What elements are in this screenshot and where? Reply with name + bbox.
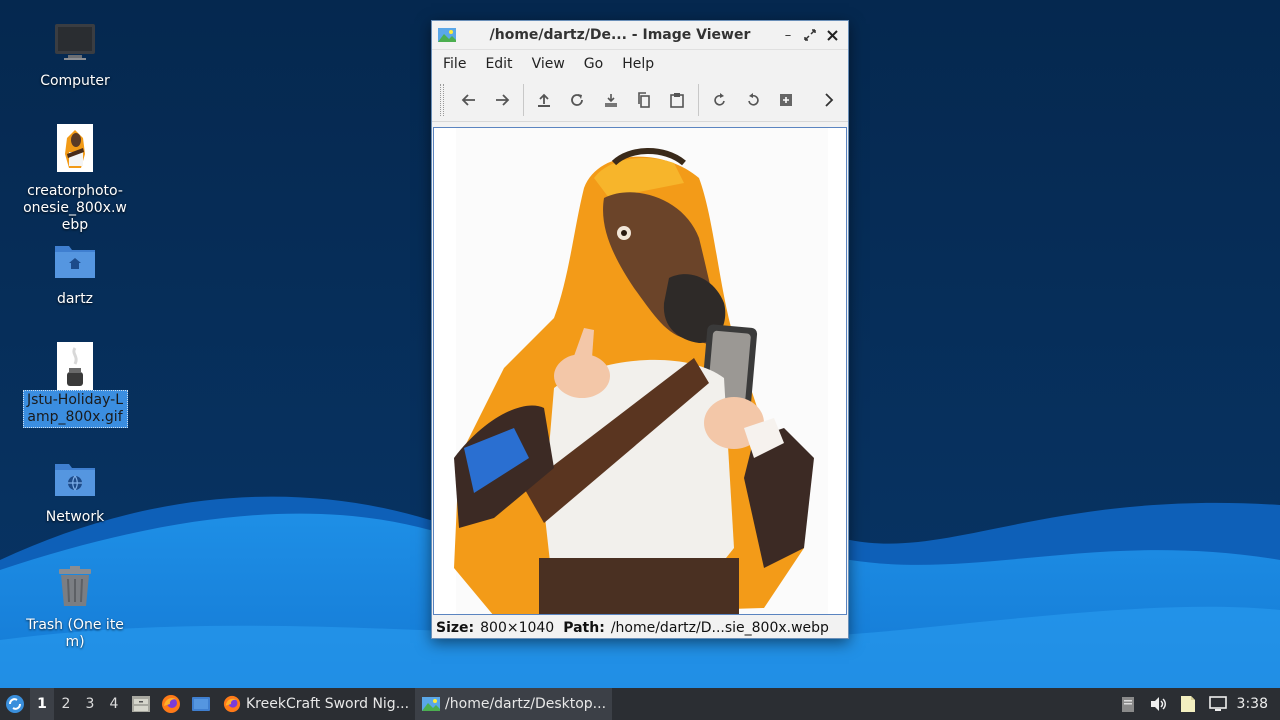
save-icon (604, 93, 617, 107)
desktop-icon-label: Network (45, 509, 105, 525)
firefox-icon (162, 695, 180, 713)
desktop-icon-label: Trash (One item) (26, 617, 124, 650)
back-button[interactable] (454, 85, 483, 115)
image-canvas[interactable] (433, 127, 847, 615)
clipboard-icon (1121, 697, 1134, 712)
show-desktop-button[interactable] (186, 688, 216, 720)
maximize-icon (804, 29, 816, 41)
image-viewer-icon (438, 28, 456, 42)
open-button[interactable] (529, 85, 558, 115)
workspace-4[interactable]: 4 (102, 688, 126, 720)
desktop-icon-label: Jstu-Holiday-Lamp_800x.gif (22, 390, 128, 428)
desktop-icon-computer[interactable]: Computer (15, 18, 135, 91)
copy-button[interactable] (629, 85, 658, 115)
image-viewer-window[interactable]: /home/dartz/De... - Image Viewer – File … (431, 20, 849, 639)
workspace-3[interactable]: 3 (78, 688, 102, 720)
toolbar-separator (697, 83, 699, 116)
paste-icon (670, 92, 685, 108)
desktop-icon-creatorphoto[interactable]: creatorphoto-onesie_800x.webp (15, 124, 135, 235)
note-icon (1180, 696, 1195, 712)
rotate-ccw-icon (747, 92, 759, 106)
task-image-viewer[interactable]: /home/dartz/Desktop... (415, 688, 613, 720)
window-title: /home/dartz/De... - Image Viewer (489, 27, 751, 43)
firefox-launcher[interactable] (156, 688, 186, 720)
network-folder-icon (53, 454, 97, 502)
zoom-fit-button[interactable] (771, 85, 800, 115)
toolbar-separator (522, 83, 524, 116)
image-file-icon (53, 124, 97, 172)
menu-edit[interactable]: Edit (478, 52, 519, 76)
size-label: Size: (436, 620, 475, 636)
firefox-icon (222, 695, 242, 713)
trash-icon (53, 562, 97, 610)
image-viewer-icon (421, 695, 441, 713)
toolbar (432, 78, 848, 122)
close-icon (826, 29, 838, 41)
toolbar-grip[interactable] (440, 83, 444, 116)
minimize-button[interactable]: – (778, 25, 798, 45)
desktop-icon-dartz[interactable]: dartz (15, 236, 135, 309)
displayed-image (454, 128, 828, 614)
forward-icon (495, 93, 510, 106)
menu-bar: File Edit View Go Help (432, 50, 848, 78)
desktop-icon-label: Computer (40, 73, 110, 89)
task-firefox[interactable]: KreekCraft Sword Nig... (216, 688, 415, 720)
workspace-1[interactable]: 1 (30, 688, 54, 720)
lubuntu-logo-icon (6, 695, 24, 713)
network-monitor-icon (1208, 696, 1227, 711)
clock[interactable]: 3:38 (1233, 696, 1280, 712)
rotate-clockwise-button[interactable] (705, 85, 734, 115)
size-value: 800×1040 (480, 620, 555, 636)
start-menu-button[interactable] (0, 688, 30, 720)
rotate-cw-icon (713, 92, 725, 106)
save-button[interactable] (596, 85, 625, 115)
desktop-icon-label: dartz (56, 291, 94, 307)
rotate-counterclockwise-button[interactable] (738, 85, 767, 115)
paste-button[interactable] (663, 85, 692, 115)
home-folder-icon (53, 236, 97, 284)
desktop-icon-jstu-lamp[interactable]: Jstu-Holiday-Lamp_800x.gif (15, 342, 135, 428)
workspace-2[interactable]: 2 (54, 688, 78, 720)
window-titlebar[interactable]: /home/dartz/De... - Image Viewer – (432, 21, 848, 50)
menu-go[interactable]: Go (577, 52, 610, 76)
maximize-button[interactable] (800, 25, 820, 45)
more-icon (825, 92, 834, 107)
forward-button[interactable] (487, 85, 516, 115)
menu-file[interactable]: File (436, 52, 473, 76)
upload-icon (538, 93, 551, 107)
task-label: /home/dartz/Desktop... (445, 696, 607, 712)
path-label: Path: (563, 620, 605, 636)
file-manager-launcher[interactable] (126, 688, 156, 720)
notes-tray-button[interactable] (1173, 688, 1203, 720)
desktop-icon-label: creatorphoto-onesie_800x.webp (23, 183, 127, 233)
volume-icon (1150, 697, 1166, 711)
back-icon (461, 93, 475, 106)
image-file-icon (53, 342, 97, 390)
path-value: /home/dartz/D...sie_800x.webp (610, 620, 829, 636)
close-button[interactable] (822, 25, 842, 45)
system-tray: 3:38 (1113, 688, 1280, 720)
computer-icon (53, 18, 97, 66)
file-cabinet-icon (132, 696, 150, 712)
desktop-icon-trash[interactable]: Trash (One item) (15, 562, 135, 652)
reload-icon (571, 93, 584, 106)
menu-view[interactable]: View (525, 52, 572, 76)
taskbar: 1 2 3 4 KreekCraft Sword Nig... /home/da… (0, 688, 1280, 720)
toolbar-more-button[interactable] (815, 85, 844, 115)
network-tray-button[interactable] (1203, 688, 1233, 720)
desktop-icon-network[interactable]: Network (15, 454, 135, 527)
volume-tray-button[interactable] (1143, 688, 1173, 720)
desktop-icon (192, 697, 210, 711)
menu-help[interactable]: Help (615, 52, 661, 76)
copy-icon (638, 91, 650, 108)
zoom-fit-icon (780, 93, 793, 106)
status-bar: Size: 800×1040 Path: /home/dartz/D...sie… (432, 617, 848, 639)
reload-button[interactable] (563, 85, 592, 115)
clipboard-tray-button[interactable] (1113, 688, 1143, 720)
task-label: KreekCraft Sword Nig... (246, 696, 410, 712)
